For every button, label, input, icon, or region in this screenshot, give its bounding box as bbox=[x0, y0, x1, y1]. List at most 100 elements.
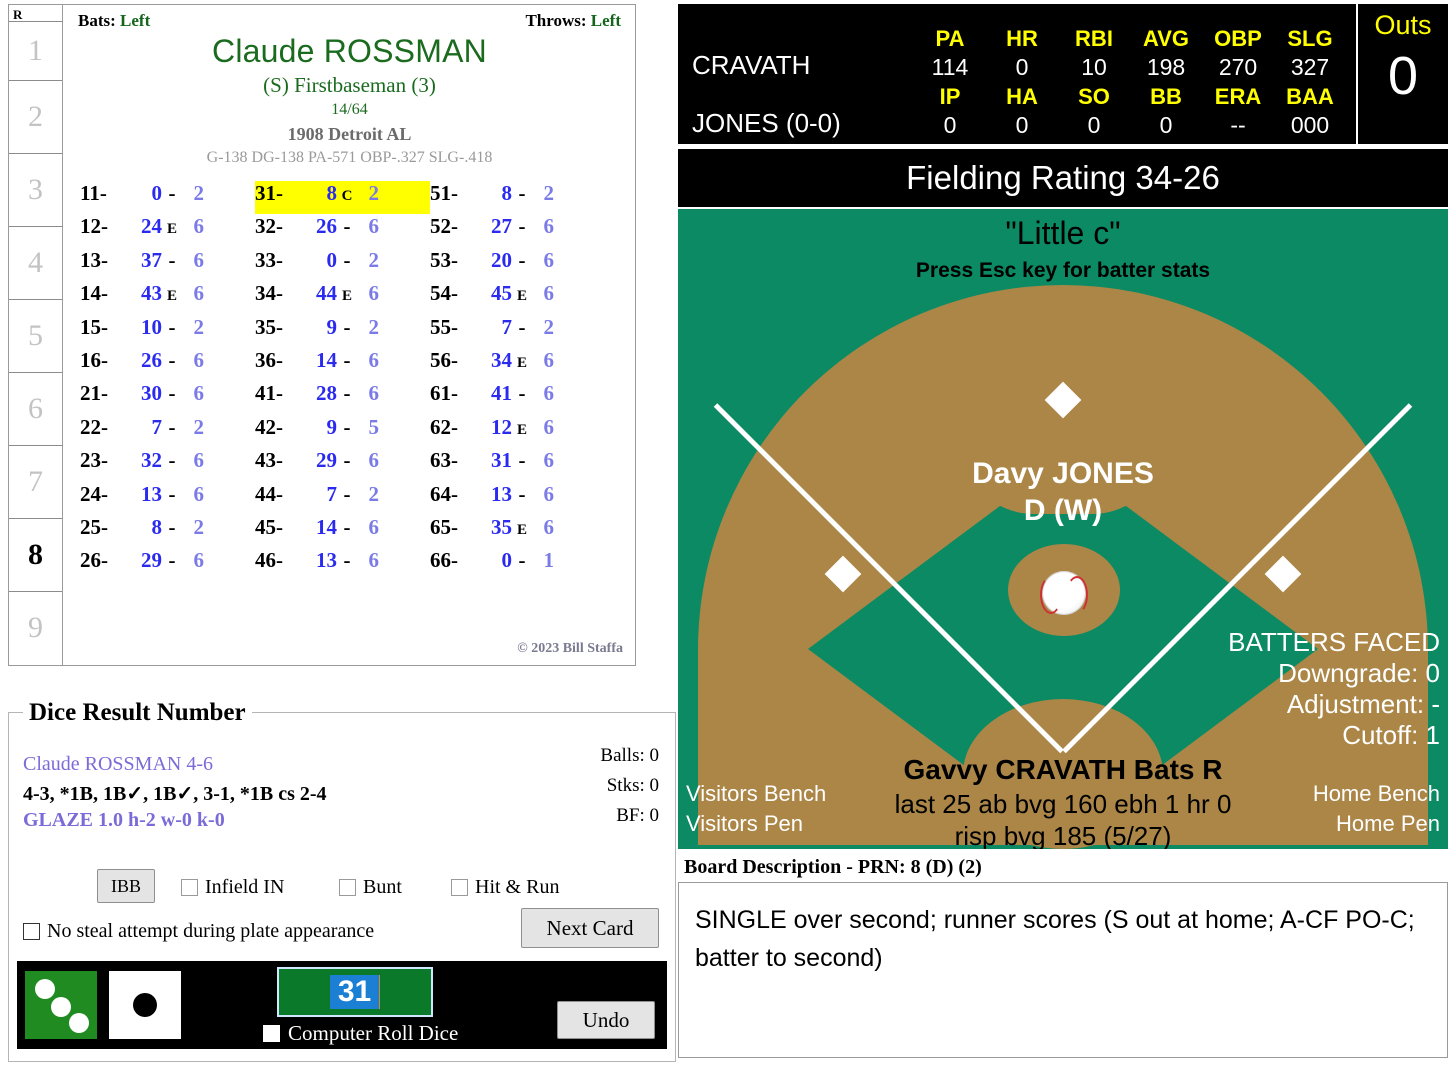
undo-button[interactable]: Undo bbox=[557, 1001, 655, 1039]
dice-panel-title: Dice Result Number bbox=[23, 699, 252, 727]
dice-row-34[interactable]: 34- 44 E 6 bbox=[255, 281, 430, 314]
checkbox-box-icon[interactable] bbox=[181, 879, 198, 896]
dice-modifier: - bbox=[168, 247, 176, 272]
dice-row-52[interactable]: 52- 27-6 bbox=[430, 214, 605, 247]
dice-value: 26 bbox=[316, 214, 337, 239]
dice-row-41[interactable]: 41- 28-6 bbox=[255, 381, 430, 414]
dice-row-55[interactable]: 55- 7-2 bbox=[430, 315, 605, 348]
batting-header-slg: SLG bbox=[1287, 26, 1333, 51]
checkbox-box-icon[interactable] bbox=[451, 879, 468, 896]
batters-faced-downgrade: Downgrade: 0 bbox=[1278, 658, 1440, 688]
die-pip-icon bbox=[35, 979, 55, 999]
dice-row-44[interactable]: 44- 7-2 bbox=[255, 482, 430, 515]
checkbox-box-icon[interactable] bbox=[263, 1025, 280, 1042]
dice-key: 64- bbox=[430, 481, 458, 506]
pitching-value-ip: 0 bbox=[943, 112, 957, 138]
dice-row-11[interactable]: 11- 0-2 bbox=[80, 181, 255, 214]
inning-cell-1[interactable]: 1 bbox=[9, 21, 62, 81]
baseball-field-diagram[interactable]: "Little c" Press Esc key for batter stat… bbox=[678, 209, 1448, 849]
checkbox-box-icon[interactable] bbox=[23, 923, 40, 940]
dice-row-22[interactable]: 22- 7-2 bbox=[80, 415, 255, 448]
dice-row-64[interactable]: 64- 13-6 bbox=[430, 482, 605, 515]
checkbox-box-icon[interactable] bbox=[339, 879, 356, 896]
throws-value: Left bbox=[590, 11, 621, 30]
dice-row-43[interactable]: 43- 29-6 bbox=[255, 448, 430, 481]
inning-cell-2[interactable]: 2 bbox=[9, 81, 62, 154]
dice-row-21[interactable]: 21- 30-6 bbox=[80, 381, 255, 414]
dice-row-31[interactable]: 31- 8 C 2 bbox=[255, 181, 430, 215]
dice-row-23[interactable]: 23- 32-6 bbox=[80, 448, 255, 481]
die-pip-icon bbox=[51, 997, 71, 1017]
bunt-checkbox[interactable]: Bunt bbox=[339, 876, 402, 899]
dice-row-42[interactable]: 42- 9-5 bbox=[255, 415, 430, 448]
dice-result-panel: Dice Result Number Claude ROSSMAN 4-6 4-… bbox=[8, 699, 676, 1062]
dice-row-14[interactable]: 14- 43 E 6 bbox=[80, 281, 255, 314]
dice-row-46[interactable]: 46- 13-6 bbox=[255, 548, 430, 581]
inning-cell-9[interactable]: 9 bbox=[9, 592, 62, 664]
dice-row-12[interactable]: 12- 24 E 6 bbox=[80, 214, 255, 247]
dice-row-26[interactable]: 26- 29-6 bbox=[80, 548, 255, 581]
computer-roll-dice-label: Computer Roll Dice bbox=[288, 1021, 459, 1045]
dice-row-36[interactable]: 36- 14-6 bbox=[255, 348, 430, 381]
outs-label: Outs bbox=[1374, 10, 1432, 40]
infield-in-checkbox[interactable]: Infield IN bbox=[181, 876, 284, 899]
inning-cell-6[interactable]: 6 bbox=[9, 373, 62, 446]
dice-row-25[interactable]: 25- 8-2 bbox=[80, 515, 255, 548]
dice-row-16[interactable]: 16- 26-6 bbox=[80, 348, 255, 381]
white-die[interactable] bbox=[109, 971, 181, 1039]
roll-result-box[interactable]: 31 bbox=[277, 967, 433, 1017]
dice-key: 62- bbox=[430, 414, 458, 439]
dice-row-63[interactable]: 63- 31-6 bbox=[430, 448, 605, 481]
dice-row-53[interactable]: 53- 20-6 bbox=[430, 248, 605, 281]
next-card-button[interactable]: Next Card bbox=[521, 908, 659, 948]
hit-and-run-checkbox[interactable]: Hit & Run bbox=[451, 876, 559, 899]
dice-row-66[interactable]: 66- 0-1 bbox=[430, 548, 605, 581]
dice-row-51[interactable]: 51- 8-2 bbox=[430, 181, 605, 214]
count-readout: Balls: 0 Stks: 0 BF: 0 bbox=[600, 741, 659, 831]
pitching-value-era: -- bbox=[1230, 112, 1246, 138]
inning-cell-5[interactable]: 5 bbox=[9, 300, 62, 373]
dice-value: 13 bbox=[491, 481, 512, 506]
dice-row-32[interactable]: 32- 26-6 bbox=[255, 214, 430, 247]
dice-row-54[interactable]: 54- 45 E 6 bbox=[430, 281, 605, 314]
dice-row-61[interactable]: 61- 41-6 bbox=[430, 381, 605, 414]
inning-cell-7[interactable]: 7 bbox=[9, 446, 62, 519]
pitching-value-bb: 0 bbox=[1159, 112, 1173, 138]
scoreboard-stats: CRAVATH JONES (0-0) PA HR RBI AVG OBP SLG 114 0… bbox=[678, 4, 1356, 144]
dice-modifier: - bbox=[343, 314, 351, 339]
balls-count: Balls: 0 bbox=[600, 745, 659, 766]
pitching-header-baa: BAA bbox=[1286, 84, 1334, 109]
dice-row-15[interactable]: 15- 10-2 bbox=[80, 315, 255, 348]
dice-row-33[interactable]: 33- 0-2 bbox=[255, 248, 430, 281]
pitching-header-ha: HA bbox=[1006, 84, 1038, 109]
dice-row-24[interactable]: 24- 13-6 bbox=[80, 482, 255, 515]
dice-value: 29 bbox=[141, 548, 162, 573]
dice-row-45[interactable]: 45- 14-6 bbox=[255, 515, 430, 548]
computer-roll-dice-checkbox[interactable]: Computer Roll Dice bbox=[263, 1021, 458, 1046]
ibb-button[interactable]: IBB bbox=[97, 869, 155, 903]
dice-key: 31- bbox=[255, 181, 283, 205]
dice-modifier: - bbox=[168, 414, 176, 439]
no-steal-checkbox[interactable]: No steal attempt during plate appearance bbox=[23, 920, 374, 943]
board-description-box: SINGLE over second; runner scores (S out… bbox=[678, 882, 1448, 1058]
baseball-icon bbox=[1040, 571, 1088, 615]
outs-display: Outs 0 bbox=[1356, 4, 1448, 144]
batting-header-pa: PA bbox=[935, 26, 965, 51]
dice-key: 26- bbox=[80, 548, 108, 573]
dice-fielder: 2 bbox=[193, 314, 205, 339]
batting-header-rbi: RBI bbox=[1075, 26, 1113, 51]
inning-cell-8[interactable]: 8 bbox=[9, 519, 62, 592]
dice-row-35[interactable]: 35- 9-2 bbox=[255, 315, 430, 348]
dice-row-65[interactable]: 65- 35 E 6 bbox=[430, 515, 605, 548]
dice-fielder: 6 bbox=[193, 481, 205, 506]
dice-key: 11- bbox=[80, 181, 107, 205]
inning-cell-3[interactable]: 3 bbox=[9, 154, 62, 227]
green-die[interactable] bbox=[25, 971, 97, 1039]
dice-key: 43- bbox=[255, 448, 283, 473]
dice-column-2: 31- 8 C 2 32- 26-6 33- 0-2 34- 44 E 6 35- 9-2 36- 14-6 4… bbox=[255, 181, 430, 582]
dice-row-56[interactable]: 56- 34 E 6 bbox=[430, 348, 605, 381]
inning-cell-4[interactable]: 4 bbox=[9, 227, 62, 300]
dice-row-13[interactable]: 13- 37-6 bbox=[80, 248, 255, 281]
dice-row-62[interactable]: 62- 12 E 6 bbox=[430, 415, 605, 448]
dice-key: 24- bbox=[80, 481, 108, 506]
